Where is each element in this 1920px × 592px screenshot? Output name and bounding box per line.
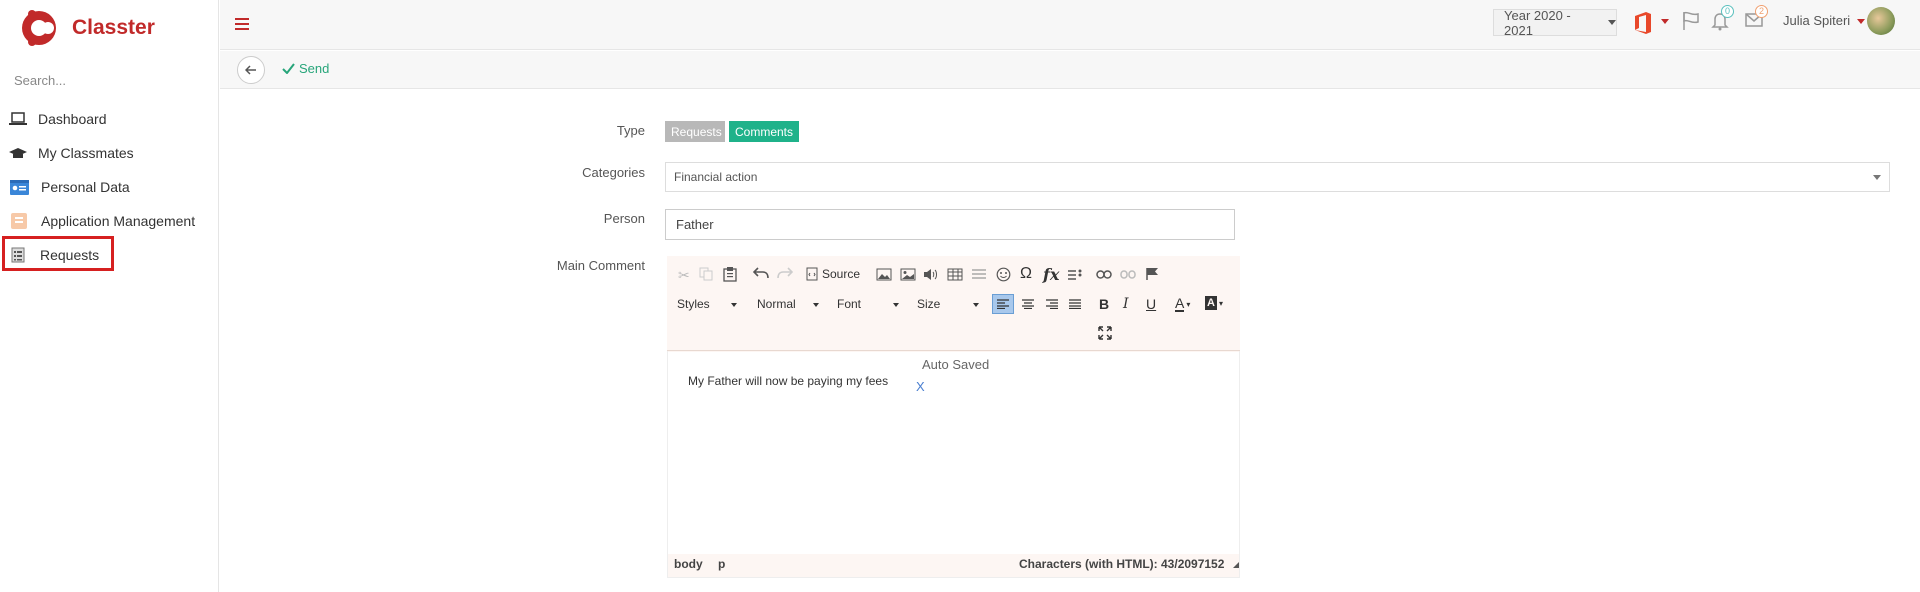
paste-icon[interactable] [723,266,737,282]
sidebar-item-label: Application Management [41,213,196,229]
horizontal-line-icon[interactable] [972,268,986,281]
sidebar-item-personal-data[interactable]: Personal Data [8,175,130,199]
image-icon[interactable] [876,268,892,281]
cut-icon[interactable]: ✂ [678,267,690,284]
font-dropdown[interactable]: Font [832,293,904,315]
sidebar [0,0,219,592]
page-break-icon[interactable] [1068,268,1082,280]
laptop-icon [8,111,28,127]
sidebar-item-label: Dashboard [38,111,107,127]
classter-logo-icon [22,10,56,46]
redo-icon[interactable] [777,267,793,279]
italic-icon[interactable]: I [1123,296,1129,312]
special-character-icon[interactable]: Ω [1020,265,1032,283]
messages-count-badge: 2 [1755,5,1768,18]
user-caret-icon[interactable] [1857,19,1865,24]
anchor-flag-icon[interactable] [1145,267,1159,281]
unlink-icon[interactable] [1120,270,1136,280]
element-path: body p [674,557,725,571]
user-name[interactable]: Julia Spiteri [1783,13,1850,28]
background-color-icon[interactable]: A ▾ [1205,296,1223,310]
source-button[interactable]: Source [806,267,860,281]
categories-value: Financial action [674,170,758,184]
hamburger-menu-icon[interactable] [235,18,249,30]
resize-handle-icon[interactable] [1233,562,1239,568]
type-option-comments[interactable]: Comments [729,121,799,142]
size-label: Size [917,297,941,311]
person-label: Person [603,211,645,226]
styles-dropdown[interactable]: Styles [672,293,742,315]
application-icon [9,213,29,229]
path-body[interactable]: body [674,557,703,571]
main-comment-label: Main Comment [556,258,645,273]
back-button[interactable] [237,56,265,84]
size-dropdown[interactable]: Size [912,293,984,315]
person-field[interactable]: Father [665,209,1235,240]
table-icon[interactable] [947,268,963,281]
formula-icon[interactable]: fx [1043,265,1059,284]
image-upload-icon[interactable] [900,268,916,281]
caret-down-icon [893,303,899,307]
sidebar-item-application-management[interactable]: Application Management [8,209,195,233]
categories-label: Categories [582,165,645,180]
bold-icon[interactable]: B [1099,296,1109,312]
top-bar [220,0,1920,50]
chevron-down-icon [1873,175,1881,180]
type-label: Type [616,123,645,138]
graduation-cap-icon [8,145,28,161]
sidebar-item-label: My Classmates [38,145,134,161]
font-label: Font [837,297,862,311]
categories-select[interactable]: Financial action [665,162,1890,192]
highlight-box [2,236,114,271]
app-name: Classter [72,16,155,39]
arrow-left-icon [245,65,256,75]
flag-icon[interactable] [1682,11,1700,34]
notifications-count-badge: 0 [1721,5,1734,18]
office-365-icon[interactable] [1633,11,1653,38]
path-p[interactable]: p [718,557,725,571]
source-label: Source [822,267,861,281]
undo-icon[interactable] [753,267,769,279]
send-label: Send [299,61,330,76]
sidebar-search-input[interactable]: Search... [14,73,66,88]
sidebar-item-label: Personal Data [41,179,130,195]
office-caret-icon[interactable] [1661,19,1669,24]
app-logo[interactable]: Classter [20,8,155,48]
caret-down-icon [1608,20,1616,25]
styles-label: Styles [677,297,710,311]
dismiss-autosave-link[interactable]: X [916,379,925,394]
align-left-icon[interactable] [992,294,1014,314]
send-button[interactable]: Send [282,61,329,76]
underline-icon[interactable]: U [1146,296,1156,312]
align-center-icon[interactable] [1022,299,1034,309]
align-right-icon[interactable] [1046,299,1058,309]
text-color-icon[interactable]: A ▾ [1175,296,1190,312]
caret-down-icon [813,303,819,307]
sidebar-item-dashboard[interactable]: Dashboard [8,107,107,131]
format-dropdown[interactable]: Normal [752,293,824,315]
maximize-icon[interactable] [1098,326,1112,340]
id-card-icon [9,179,29,195]
action-bar [220,51,1920,89]
character-count: Characters (with HTML): 43/2097152 [1019,557,1225,571]
link-icon[interactable] [1096,270,1112,279]
smiley-icon[interactable] [996,267,1011,282]
align-justify-icon[interactable] [1069,299,1081,309]
editor-content[interactable]: My Father will now be paying my fees [688,374,888,388]
caret-down-icon [731,303,737,307]
audio-icon[interactable] [923,268,939,281]
caret-down-icon [973,303,979,307]
type-option-requests[interactable]: Requests [665,121,725,142]
source-icon [806,267,818,281]
year-label: Year 2020 - 2021 [1504,7,1571,38]
avatar[interactable] [1867,7,1895,35]
check-icon [282,63,295,74]
copy-icon[interactable] [699,267,713,281]
year-selector[interactable]: Year 2020 - 2021 [1493,7,1617,38]
sidebar-item-my-classmates[interactable]: My Classmates [8,141,134,165]
format-label: Normal [757,297,796,311]
person-value: Father [676,217,714,232]
auto-saved-notice: Auto Saved [922,357,990,372]
